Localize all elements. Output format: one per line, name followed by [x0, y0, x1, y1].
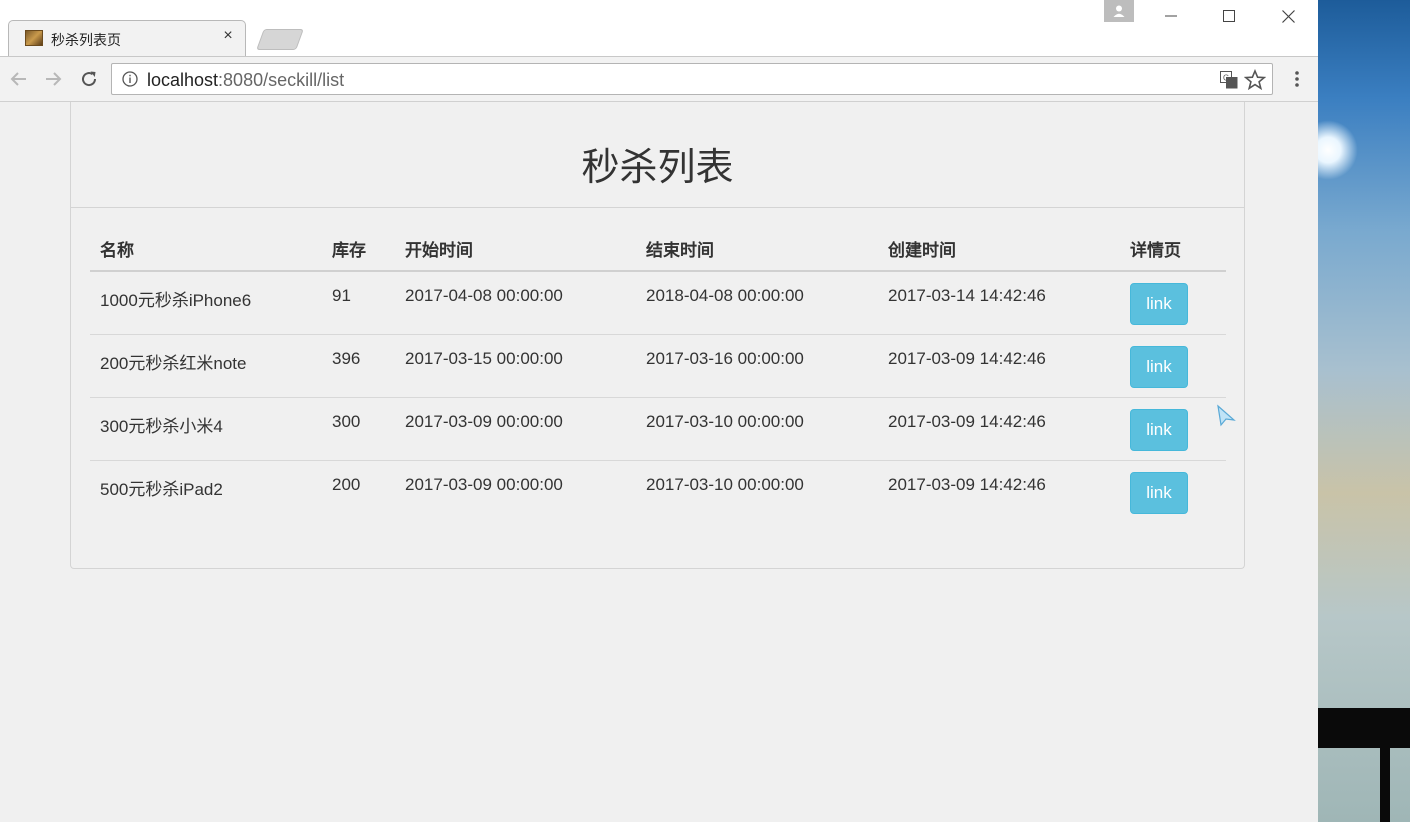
cell-end-time: 2017-03-16 00:00:00 [646, 349, 804, 368]
reload-button[interactable] [76, 66, 102, 92]
table-row: 300元秒杀小米4 300 2017-03-09 00:00:00 2017-0… [90, 398, 1226, 461]
cell-name: 300元秒杀小米4 [100, 417, 223, 436]
detail-link-button[interactable]: link [1130, 346, 1188, 388]
cell-start-time: 2017-03-09 00:00:00 [405, 412, 563, 431]
column-header-name: 名称 [100, 241, 134, 261]
title-bar: 秒杀列表页 × [0, 0, 1318, 56]
address-bar[interactable]: localhost:8080/seckill/list G [111, 63, 1273, 95]
url-path: :8080/seckill/list [218, 70, 345, 90]
column-header-end-time: 结束时间 [646, 241, 714, 261]
info-icon[interactable] [122, 71, 138, 87]
maximize-icon [1223, 10, 1235, 22]
browser-tab[interactable]: 秒杀列表页 × [8, 20, 246, 56]
browser-window: 秒杀列表页 × localhost:8080/seckill/list G 秒杀… [0, 0, 1318, 822]
cell-name: 200元秒杀红米note [100, 354, 247, 373]
table-row: 200元秒杀红米note 396 2017-03-15 00:00:00 201… [90, 335, 1226, 398]
table-row: 1000元秒杀iPhone6 91 2017-04-08 00:00:00 20… [90, 272, 1226, 335]
cell-stock: 396 [332, 349, 361, 368]
wallpaper-frame-bar [1318, 708, 1410, 748]
arrow-right-icon [46, 72, 62, 86]
arrow-left-icon [10, 72, 26, 86]
favicon-icon [25, 30, 43, 46]
svg-text:G: G [1223, 74, 1229, 83]
minimize-icon [1165, 15, 1177, 17]
column-header-start-time: 开始时间 [405, 241, 473, 261]
column-header-create-time: 创建时间 [888, 241, 956, 261]
seckill-table: 名称 库存 开始时间 结束时间 创建时间 详情页 1000元秒杀iPhone6 … [90, 208, 1226, 524]
cell-stock: 300 [332, 412, 361, 431]
more-vertical-icon [1295, 71, 1299, 87]
forward-button[interactable] [40, 66, 66, 92]
cell-create-time: 2017-03-09 14:42:46 [888, 412, 1046, 431]
cell-stock: 91 [332, 286, 351, 305]
cell-create-time: 2017-03-09 14:42:46 [888, 349, 1046, 368]
tab-title: 秒杀列表页 [51, 33, 121, 49]
wallpaper-sun [1318, 120, 1358, 180]
cell-name: 1000元秒杀iPhone6 [100, 291, 252, 310]
cell-create-time: 2017-03-09 14:42:46 [888, 475, 1046, 494]
close-icon [1281, 9, 1295, 23]
mouse-cursor-icon [1217, 404, 1236, 427]
panel-heading: 秒杀列表 [71, 102, 1244, 208]
column-header-stock: 库存 [332, 241, 366, 261]
detail-link-button[interactable]: link [1130, 409, 1188, 451]
table-row: 500元秒杀iPad2 200 2017-03-09 00:00:00 2017… [90, 461, 1226, 524]
reload-icon [82, 71, 97, 87]
profile-button[interactable] [1104, 0, 1134, 22]
browser-menu-button[interactable] [1284, 66, 1310, 92]
detail-link-button[interactable]: link [1130, 472, 1188, 514]
star-icon[interactable] [1244, 69, 1266, 91]
desktop-wallpaper [1318, 0, 1410, 822]
window-close-button[interactable] [1265, 2, 1311, 30]
page-viewport: 秒杀列表 名称 库存 开始时间 结束时间 创建时间 详情页 1000元秒杀iPh… [0, 102, 1318, 822]
seckill-panel: 秒杀列表 名称 库存 开始时间 结束时间 创建时间 详情页 1000元秒杀iPh… [70, 102, 1245, 569]
translate-icon[interactable]: G [1220, 71, 1238, 89]
tab-close-icon[interactable]: × [219, 27, 237, 45]
cell-end-time: 2017-03-10 00:00:00 [646, 412, 804, 431]
cell-start-time: 2017-04-08 00:00:00 [405, 286, 563, 305]
new-tab-button[interactable] [256, 29, 304, 50]
minimize-button[interactable] [1148, 2, 1194, 30]
cell-start-time: 2017-03-09 00:00:00 [405, 475, 563, 494]
cell-end-time: 2017-03-10 00:00:00 [646, 475, 804, 494]
cell-create-time: 2017-03-14 14:42:46 [888, 286, 1046, 305]
page-title: 秒杀列表 [581, 145, 734, 189]
url-host: localhost [147, 70, 219, 90]
cell-end-time: 2018-04-08 00:00:00 [646, 286, 804, 305]
browser-toolbar: localhost:8080/seckill/list G [0, 56, 1318, 102]
cell-stock: 200 [332, 475, 361, 494]
column-header-detail: 详情页 [1130, 241, 1181, 261]
person-icon [1113, 5, 1125, 17]
wallpaper-frame-post [1380, 708, 1390, 822]
table-header: 名称 库存 开始时间 结束时间 创建时间 详情页 [90, 208, 1226, 272]
maximize-button[interactable] [1206, 2, 1252, 30]
cell-start-time: 2017-03-15 00:00:00 [405, 349, 563, 368]
url-text: localhost:8080/seckill/list [147, 70, 344, 91]
back-button[interactable] [6, 66, 32, 92]
detail-link-button[interactable]: link [1130, 283, 1188, 325]
cell-name: 500元秒杀iPad2 [100, 480, 223, 499]
